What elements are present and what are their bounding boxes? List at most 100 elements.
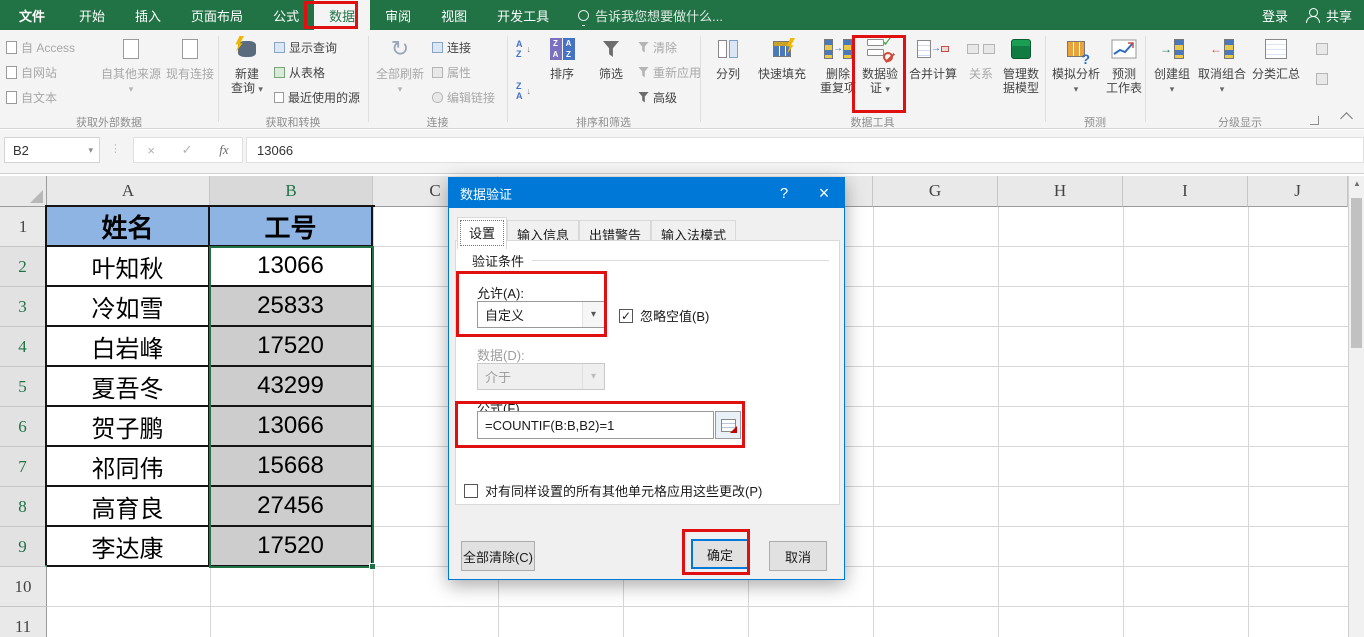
tell-me-box[interactable]: 告诉我您想要做什么... (578, 6, 723, 26)
allow-dropdown[interactable]: 自定义 ▾ (477, 301, 605, 328)
row-header-5[interactable]: 5 (0, 367, 47, 407)
formula-input[interactable]: 13066 (246, 137, 1364, 163)
formula-bar-grip[interactable]: ⋮ (110, 142, 122, 155)
cancel-entry-icon[interactable]: × (147, 143, 155, 158)
cell-b5[interactable]: 43299 (210, 367, 373, 407)
apply-to-all-checkbox[interactable]: 对有同样设置的所有其他单元格应用这些更改(P) (464, 481, 762, 500)
cell-a9[interactable]: 李达康 (47, 527, 210, 567)
row-header-8[interactable]: 8 (0, 487, 47, 527)
row-header-9[interactable]: 9 (0, 527, 47, 567)
relationships-button[interactable]: 关系 (963, 34, 999, 81)
confirm-entry-icon[interactable]: ✓ (182, 142, 193, 158)
chevron-down-icon[interactable]: ▾ (582, 302, 604, 327)
cell-a7[interactable]: 祁同伟 (47, 447, 210, 487)
data-validation-button[interactable]: ✓ 数据验 证 (858, 34, 902, 96)
dialog-tab-settings[interactable]: 设置 (457, 217, 508, 249)
from-text-button[interactable]: 自文本 (6, 88, 57, 106)
cell-b2-active[interactable]: 13066 (210, 247, 373, 287)
range-selector-button[interactable] (715, 411, 741, 439)
cell-a8[interactable]: 高育良 (47, 487, 210, 527)
hide-detail-button[interactable] (1316, 70, 1328, 88)
column-header-j[interactable]: J (1248, 176, 1348, 207)
cell-a2[interactable]: 叶知秋 (47, 247, 210, 287)
row-header-6[interactable]: 6 (0, 407, 47, 447)
from-table-button[interactable]: 从表格 (274, 63, 325, 81)
ignore-blank-checkbox[interactable]: ✓ 忽略空值(B) (619, 306, 709, 325)
tab-file[interactable]: 文件 (0, 0, 64, 30)
refresh-all-button[interactable]: ↻ 全部刷新 (374, 34, 426, 96)
from-other-sources-button[interactable]: 自其他来源 (100, 34, 162, 96)
dialog-launcher-icon[interactable] (1310, 116, 1319, 125)
consolidate-button[interactable]: → 合并计算 (905, 34, 961, 81)
cell-b9[interactable]: 17520 (210, 527, 373, 567)
cell-a3[interactable]: 冷如雪 (47, 287, 210, 327)
row-header-4[interactable]: 4 (0, 327, 47, 367)
manage-data-model-button[interactable]: 管理数 据模型 (999, 34, 1043, 96)
cell-a5[interactable]: 夏吾冬 (47, 367, 210, 407)
existing-connections-button[interactable]: 现有连接 (163, 34, 217, 81)
column-header-h[interactable]: H (998, 176, 1123, 207)
row-header-10[interactable]: 10 (0, 567, 47, 607)
cell-a1[interactable]: 姓名 (47, 207, 210, 247)
group-button[interactable]: → 创建组 (1150, 34, 1194, 96)
row-header-1[interactable]: 1 (0, 207, 47, 247)
edit-links-button[interactable]: 编辑链接 (432, 88, 495, 106)
cell-b1[interactable]: 工号 (210, 207, 373, 247)
what-if-analysis-button[interactable]: ? 模拟分析 (1050, 34, 1102, 96)
insert-function-icon[interactable]: fx (219, 142, 228, 158)
cell-b4[interactable]: 17520 (210, 327, 373, 367)
share-button[interactable]: 共享 (1305, 6, 1352, 25)
sort-button[interactable]: ZA AZ 排序 (540, 34, 584, 81)
cell-b6[interactable]: 13066 (210, 407, 373, 447)
tab-review[interactable]: 审阅 (370, 0, 426, 30)
select-all-corner[interactable] (0, 176, 47, 207)
cancel-button[interactable]: 取消 (769, 541, 827, 571)
ok-button[interactable]: 确定 (691, 539, 749, 569)
name-box[interactable]: B2 ▾ (4, 137, 100, 163)
clear-all-button[interactable]: 全部清除(C) (461, 541, 535, 571)
tab-page-layout[interactable]: 页面布局 (176, 0, 258, 30)
cell-b7[interactable]: 15668 (210, 447, 373, 487)
column-header-a[interactable]: A (47, 176, 210, 207)
validation-formula-input[interactable]: =COUNTIF(B:B,B2)=1 (477, 411, 714, 439)
tab-insert[interactable]: 插入 (120, 0, 176, 30)
ungroup-button[interactable]: ← 取消组合 (1196, 34, 1248, 96)
connections-button[interactable]: 连接 (432, 38, 471, 56)
flash-fill-button[interactable]: 快速填充 (752, 34, 812, 81)
row-header-3[interactable]: 3 (0, 287, 47, 327)
recent-sources-button[interactable]: 最近使用的源 (274, 88, 360, 106)
cell-a4[interactable]: 白岩峰 (47, 327, 210, 367)
column-header-g[interactable]: G (873, 176, 998, 207)
filter-button[interactable]: 筛选 (590, 34, 632, 81)
show-detail-button[interactable] (1316, 40, 1328, 58)
scroll-up-arrow[interactable]: ▲ (1353, 179, 1361, 188)
collapse-ribbon-chevron[interactable] (1340, 112, 1353, 125)
name-box-dropdown-arrow[interactable]: ▾ (88, 145, 99, 156)
tab-developer[interactable]: 开发工具 (482, 0, 564, 30)
row-header-7[interactable]: 7 (0, 447, 47, 487)
sign-in-link[interactable]: 登录 (1262, 6, 1288, 25)
reapply-button[interactable]: 重新应用 (638, 63, 701, 81)
text-to-columns-button[interactable]: 分列 (708, 34, 748, 81)
fill-handle[interactable] (369, 563, 376, 570)
properties-button[interactable]: 属性 (432, 63, 471, 81)
tab-view[interactable]: 视图 (426, 0, 482, 30)
from-web-button[interactable]: 自网站 (6, 63, 57, 81)
from-access-button[interactable]: 自 Access (6, 38, 75, 56)
remove-duplicates-button[interactable]: → 删除 重复项 (816, 34, 860, 96)
sort-za-button[interactable]: Z A ↓ (516, 81, 531, 101)
clear-filter-button[interactable]: 清除 (638, 38, 677, 56)
tab-formulas[interactable]: 公式 (258, 0, 314, 30)
show-queries-button[interactable]: 显示查询 (274, 38, 337, 56)
dialog-close-button[interactable]: × (804, 178, 844, 208)
advanced-filter-button[interactable]: 高级 (638, 88, 677, 106)
cell-a6[interactable]: 贺子鹏 (47, 407, 210, 447)
cell-b8[interactable]: 27456 (210, 487, 373, 527)
scrollbar-thumb[interactable] (1351, 198, 1362, 348)
subtotal-button[interactable]: 分类汇总 (1250, 34, 1302, 81)
cell-b3[interactable]: 25833 (210, 287, 373, 327)
new-query-button[interactable]: 新建 查询 (224, 34, 270, 96)
row-header-11[interactable]: 11 (0, 607, 47, 637)
dialog-help-button[interactable]: ? (764, 178, 804, 208)
row-header-2[interactable]: 2 (0, 247, 47, 287)
